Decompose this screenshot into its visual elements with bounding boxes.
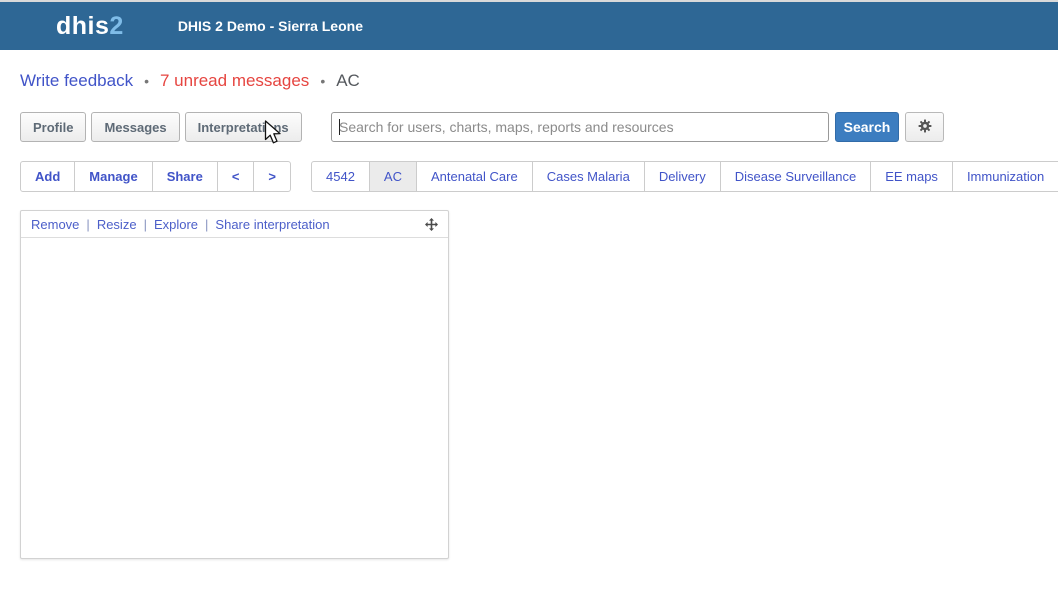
interpretations-button[interactable]: Interpretations [185,112,302,142]
dashboard-controls: Add Manage Share < > [20,161,291,192]
dhis2-logo[interactable]: dhis2 [56,12,124,41]
profile-button[interactable]: Profile [20,112,86,142]
search-button[interactable]: Search [835,112,899,142]
user-toolbar: Profile Messages Interpretations [20,112,302,142]
tab-disease-surveillance[interactable]: Disease Surveillance [720,161,871,192]
tab-delivery[interactable]: Delivery [644,161,721,192]
scroll-tabs-left-button[interactable]: < [217,161,255,192]
widget-header: Remove | Resize | Explore | Share interp… [21,211,448,238]
pipe-separator: | [86,217,89,232]
tab-ac[interactable]: AC [369,161,417,192]
dhis2-dashboard-page: dhis2 DHIS 2 Demo - Sierra Leone Write f… [0,0,1058,591]
write-feedback-link[interactable]: Write feedback [20,71,133,91]
bullet-separator: • [144,73,149,89]
manage-dashboard-button[interactable]: Manage [74,161,152,192]
dashboard-tabs: 4542 AC Antenatal Care Cases Malaria Del… [311,161,1058,192]
logo-text: dhis [56,12,109,40]
remove-widget-link[interactable]: Remove [31,217,79,232]
logo-accent: 2 [109,12,123,40]
pipe-separator: | [144,217,147,232]
tab-antenatal-care[interactable]: Antenatal Care [416,161,533,192]
current-dashboard-name: AC [336,71,360,91]
pipe-separator: | [205,217,208,232]
app-header: dhis2 DHIS 2 Demo - Sierra Leone [0,2,1058,50]
feedback-bar: Write feedback • 7 unread messages • AC [20,70,360,92]
gear-icon [918,119,932,136]
messages-button[interactable]: Messages [91,112,179,142]
tab-4542[interactable]: 4542 [311,161,370,192]
app-title: DHIS 2 Demo - Sierra Leone [178,18,363,34]
tab-immunization[interactable]: Immunization [952,161,1058,192]
tab-cases-malaria[interactable]: Cases Malaria [532,161,645,192]
text-caret [339,119,340,135]
settings-button[interactable] [905,112,944,142]
share-dashboard-button[interactable]: Share [152,161,218,192]
scroll-tabs-right-button[interactable]: > [253,161,291,192]
share-interpretation-link[interactable]: Share interpretation [215,217,329,232]
explore-widget-link[interactable]: Explore [154,217,198,232]
unread-messages-link[interactable]: 7 unread messages [160,71,309,91]
move-icon[interactable] [425,218,438,231]
add-dashboard-button[interactable]: Add [20,161,75,192]
dashboard-widget: Remove | Resize | Explore | Share interp… [20,210,449,559]
search-input[interactable] [331,112,829,142]
resize-widget-link[interactable]: Resize [97,217,137,232]
bullet-separator: • [320,73,325,89]
tab-ee-maps[interactable]: EE maps [870,161,953,192]
widget-actions: Remove | Resize | Explore | Share interp… [31,217,330,232]
